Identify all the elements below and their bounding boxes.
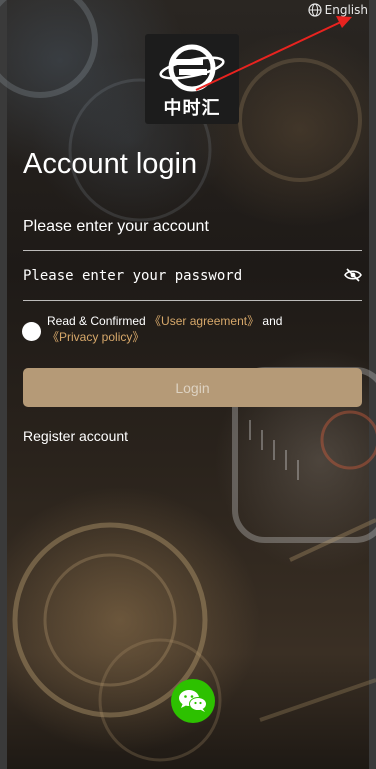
logo-text: 中时汇 <box>163 98 221 119</box>
agree-and: and <box>259 314 283 328</box>
agreement-text: Read & Confirmed 《User agreement》 and 《P… <box>47 313 347 345</box>
agree-prefix: Read & Confirmed <box>47 314 150 328</box>
password-field <box>23 262 362 301</box>
user-agreement-link[interactable]: 《User agreement》 <box>149 314 259 328</box>
wechat-icon <box>179 690 207 712</box>
language-label: English <box>324 3 368 17</box>
account-field <box>23 212 362 251</box>
app-logo: 中时汇 <box>145 34 239 124</box>
login-button[interactable]: Login <box>23 368 362 407</box>
login-screen: English 中时汇 Account login Read & Confirm… <box>0 0 376 769</box>
language-switch[interactable]: English <box>308 3 368 17</box>
eye-hidden-icon[interactable] <box>344 268 362 282</box>
register-account-link[interactable]: Register account <box>23 428 128 444</box>
account-input[interactable] <box>23 212 323 242</box>
globe-icon <box>308 3 322 17</box>
agreement-row: Read & Confirmed 《User agreement》 and 《P… <box>22 313 347 345</box>
page-title: Account login <box>23 148 198 180</box>
planet-ring-logo <box>159 44 225 92</box>
agree-radio[interactable] <box>22 322 41 341</box>
password-input[interactable] <box>23 262 323 290</box>
wechat-login-button[interactable] <box>171 679 215 723</box>
privacy-policy-link[interactable]: 《Privacy policy》 <box>47 330 144 344</box>
